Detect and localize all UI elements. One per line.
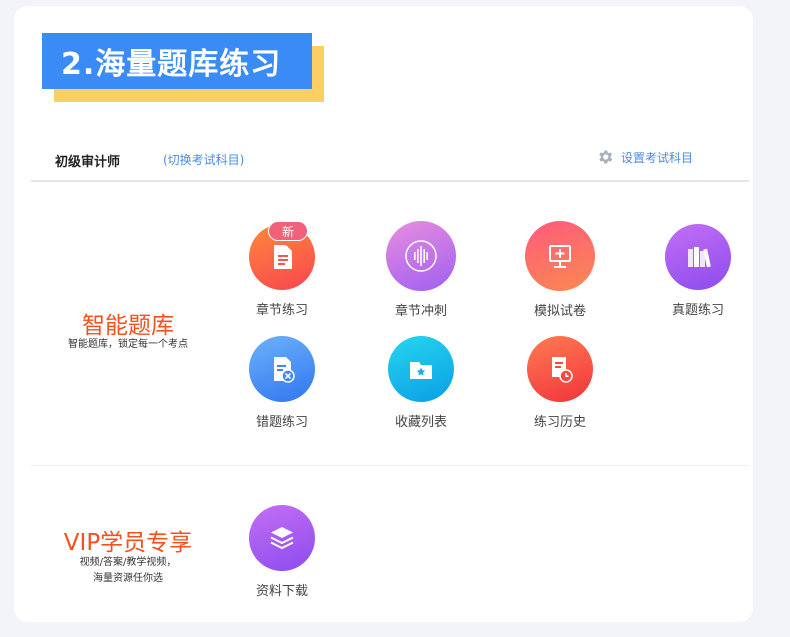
category-subtitle-vip-line1: 视频/答案/教学视频， (79, 557, 177, 568)
settings-button[interactable]: 设置考试科目 (596, 148, 693, 166)
item-label: 收藏列表 (394, 415, 447, 430)
section-divider (31, 465, 749, 466)
books-icon (665, 224, 731, 290)
item-chapter-sprint[interactable]: 章节冲刺 (371, 221, 471, 319)
wrong-question-icon (249, 336, 315, 402)
item-wrong-questions[interactable]: 错题练习 (232, 336, 332, 430)
item-label: 练习历史 (533, 415, 586, 430)
monitor-plus-icon (525, 221, 595, 291)
item-label: 章节练习 (255, 303, 308, 318)
item-label: 错题练习 (255, 415, 308, 430)
item-practice-history[interactable]: 练习历史 (510, 336, 610, 430)
item-label: 资料下载 (255, 584, 308, 599)
item-mock-exam[interactable]: 模拟试卷 (510, 221, 610, 319)
exam-bar: 初级审计师 (切换考试科目) 设置考试科目 (31, 140, 749, 182)
item-past-exams[interactable]: 真题练习 (648, 224, 748, 318)
category-title-vip: VIP学员专享 (63, 530, 193, 556)
category-subtitle-vip-line2: 海量资源任你选 (93, 573, 163, 584)
new-badge: 新 (268, 221, 308, 241)
exam-name: 初级审计师 (55, 155, 121, 170)
category-subtitle-smart-bank: 智能题库，锁定每一个考点 (68, 339, 188, 350)
sound-wave-icon (386, 221, 456, 291)
category-title-smart-bank: 智能题库 (82, 313, 174, 339)
history-clock-icon (527, 336, 593, 402)
gear-icon (599, 150, 613, 164)
item-chapter-practice[interactable]: 新 章节练习 (232, 221, 332, 318)
section-title-text: 2.海量题库练习 (42, 33, 312, 89)
item-download-materials[interactable]: 资料下载 (232, 505, 332, 599)
star-folder-icon (388, 336, 454, 402)
settings-label: 设置考试科目 (621, 150, 694, 165)
item-label: 模拟试卷 (533, 304, 586, 319)
item-favorites[interactable]: 收藏列表 (371, 336, 471, 430)
section-title: 2.海量题库练习 (42, 33, 324, 102)
switch-exam-link[interactable]: (切换考试科目) (163, 151, 244, 168)
layers-icon (249, 505, 315, 571)
item-label: 真题练习 (671, 303, 724, 318)
item-label: 章节冲刺 (394, 304, 447, 319)
